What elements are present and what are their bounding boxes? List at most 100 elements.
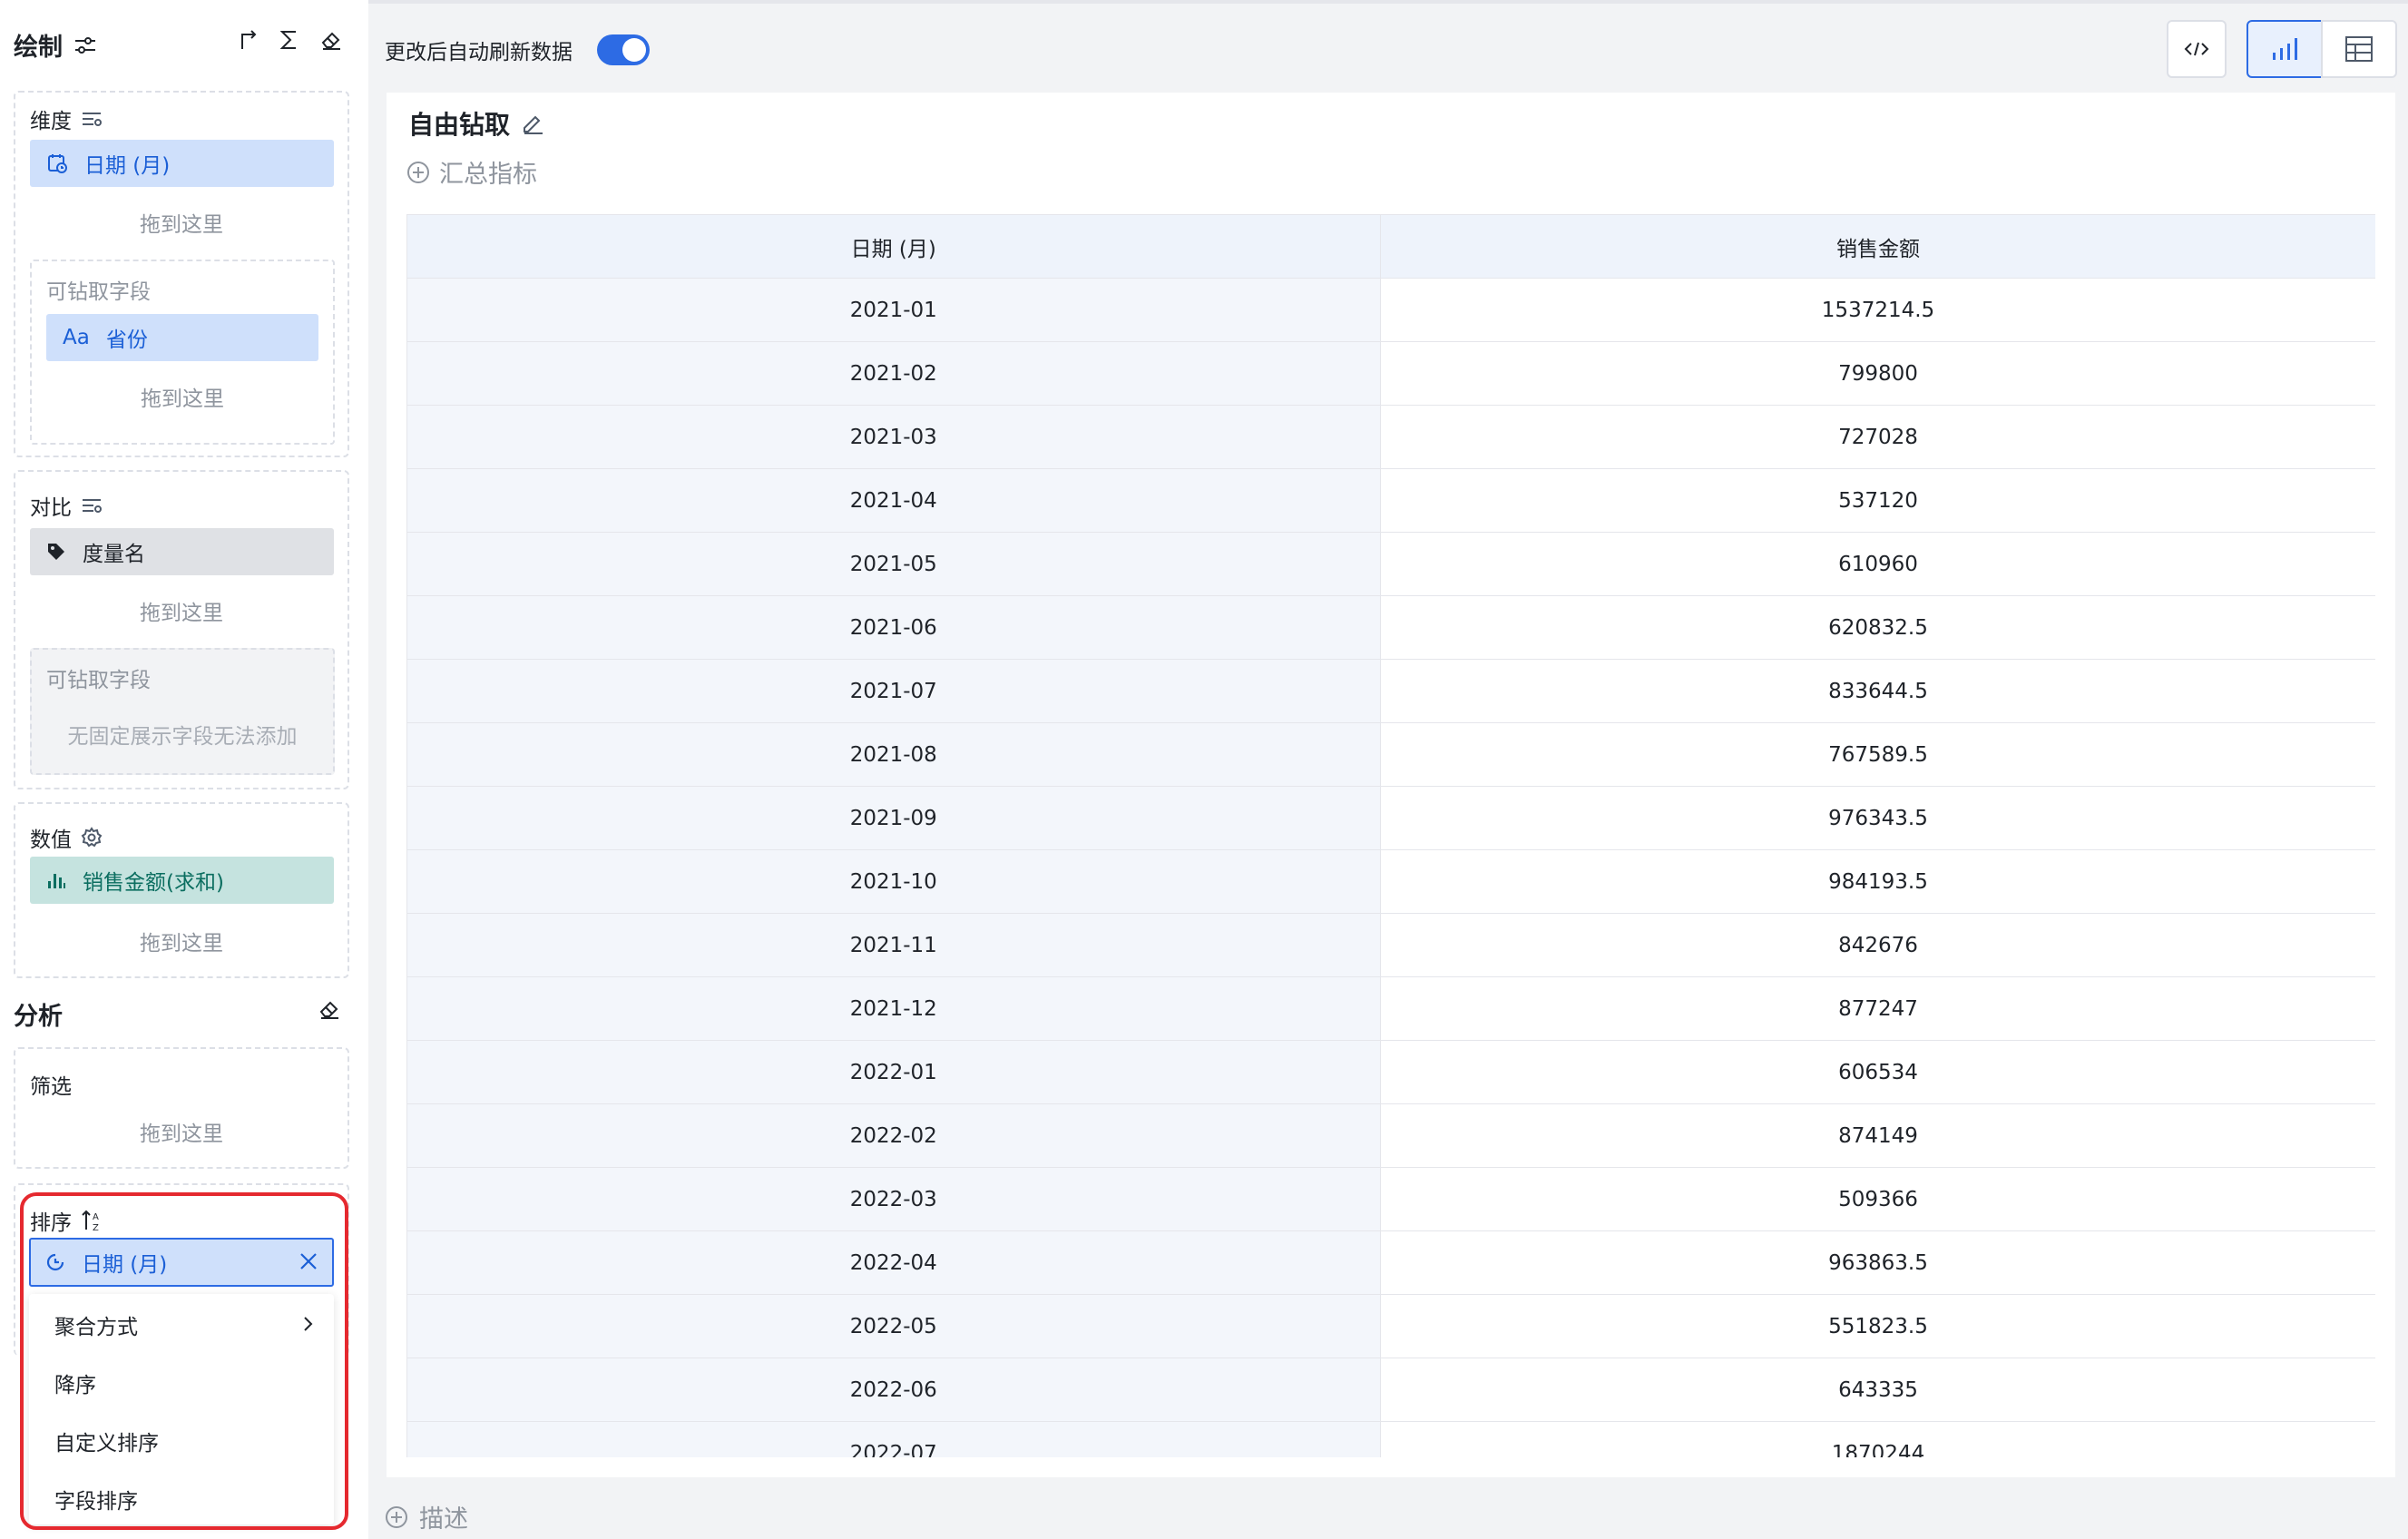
data-table-wrapper[interactable]: 日期 (月) 销售金额 2021-01 1537214.5 2021-02 79980… <box>406 214 2375 1457</box>
cell-sales: 833644.5 <box>1380 659 2375 723</box>
draw-section-header: 绘制 <box>14 27 97 63</box>
eraser-icon[interactable] <box>319 29 343 51</box>
compare-field-pill[interactable]: 度量名 <box>30 528 334 575</box>
top-divider <box>368 0 2408 4</box>
dimension-title: 维度 <box>30 110 72 133</box>
table-view-button[interactable] <box>2321 20 2397 78</box>
cell-sales: 1537214.5 <box>1380 278 2375 342</box>
drill-fields-title: 可钻取字段 <box>46 280 151 304</box>
sliders-icon[interactable] <box>73 35 97 55</box>
drill-field-pill[interactable]: Aa 省份 <box>46 314 318 361</box>
values-dropzone[interactable]: 拖到这里 <box>15 926 347 956</box>
values-header: 数值 <box>30 822 103 853</box>
table-row: 2021-08 767589.5 <box>407 722 2375 787</box>
drill-field-label: 省份 <box>105 328 148 352</box>
code-view-button[interactable] <box>2167 20 2227 78</box>
calendar-icon <box>46 152 68 174</box>
filter-box: 筛选 拖到这里 <box>14 1047 349 1169</box>
sigma-icon[interactable] <box>279 29 299 51</box>
chart-view-button[interactable] <box>2246 20 2323 78</box>
list-filter-icon[interactable] <box>81 110 103 128</box>
drill-arrow-icon[interactable] <box>238 29 259 51</box>
card-title-row: 自由钻取 <box>408 105 544 142</box>
analysis-title: 分析 <box>14 1003 63 1031</box>
cell-sales: 877247 <box>1380 976 2375 1041</box>
table-row: 2021-07 833644.5 <box>407 659 2375 723</box>
cell-sales: 963863.5 <box>1380 1230 2375 1295</box>
add-description[interactable]: 描述 <box>385 1499 468 1534</box>
table-row: 2022-03 509366 <box>407 1167 2375 1231</box>
table-row: 2022-02 874149 <box>407 1103 2375 1168</box>
card-title: 自由钻取 <box>408 110 511 140</box>
add-summary-metric[interactable]: 汇总指标 <box>406 154 537 190</box>
analysis-section-header: 分析 <box>14 996 63 1032</box>
cell-date: 2022-02 <box>407 1103 1381 1168</box>
cell-sales: 984193.5 <box>1380 849 2375 914</box>
dimension-dropzone[interactable]: 拖到这里 <box>15 207 347 238</box>
table-row: 2021-10 984193.5 <box>407 849 2375 914</box>
values-field-pill[interactable]: 销售金额(求和) <box>30 857 334 904</box>
cell-date: 2022-04 <box>407 1230 1381 1295</box>
values-box: 数值 销售金额(求和) 拖到这里 <box>14 802 349 978</box>
compare-dropzone[interactable]: 拖到这里 <box>15 595 347 626</box>
chart-card: 自由钻取 汇总指标 日期 (月) 销售金额 2021-01 1537214.5 20… <box>387 93 2395 1477</box>
cell-date: 2021-06 <box>407 595 1381 660</box>
dimension-header: 维度 <box>30 103 103 134</box>
eraser-icon[interactable] <box>318 998 341 1020</box>
gear-icon[interactable] <box>81 827 103 848</box>
values-title: 数值 <box>30 828 72 852</box>
cell-sales: 551823.5 <box>1380 1294 2375 1358</box>
compare-box: 对比 度量名 拖到这里 可钻取字段 无固定展示字段无法添加 <box>14 470 349 789</box>
values-field-label: 销售金额(求和) <box>83 871 224 895</box>
add-description-label: 描述 <box>419 1505 468 1534</box>
sort-highlight-frame <box>20 1192 348 1530</box>
table-row: 2022-04 963863.5 <box>407 1230 2375 1295</box>
plus-circle-icon <box>385 1505 408 1529</box>
table-row: 2021-11 842676 <box>407 913 2375 977</box>
table-row: 2021-01 1537214.5 <box>407 278 2375 342</box>
auto-refresh-toggle[interactable] <box>597 34 650 65</box>
dimension-box: 维度 日期 (月) 拖到这里 可钻取字段 Aa 省份 拖到这里 <box>14 91 349 457</box>
table-row: 2021-09 976343.5 <box>407 786 2375 850</box>
table-row: 2021-04 537120 <box>407 468 2375 533</box>
cell-sales: 874149 <box>1380 1103 2375 1168</box>
cell-sales: 620832.5 <box>1380 595 2375 660</box>
draw-tools <box>238 29 343 51</box>
table-row: 2021-03 727028 <box>407 405 2375 469</box>
auto-refresh-label: 更改后自动刷新数据 <box>385 41 573 64</box>
cell-date: 2021-04 <box>407 468 1381 533</box>
list-filter-icon[interactable] <box>81 496 103 515</box>
bar-chart-icon <box>46 870 66 890</box>
column-header-sales[interactable]: 销售金额 <box>1380 214 2375 279</box>
cell-sales: 842676 <box>1380 913 2375 977</box>
drill-dropzone[interactable]: 拖到这里 <box>32 381 333 412</box>
cell-date: 2021-01 <box>407 278 1381 342</box>
cell-date: 2022-03 <box>407 1167 1381 1231</box>
dimension-field-pill[interactable]: 日期 (月) <box>30 140 334 187</box>
draw-title: 绘制 <box>14 34 63 62</box>
edit-pencil-icon[interactable] <box>521 112 544 135</box>
toggle-knob <box>622 38 646 62</box>
cell-date: 2021-03 <box>407 405 1381 469</box>
cell-date: 2022-06 <box>407 1358 1381 1422</box>
left-panel: 绘制 维度 日期 (月) 拖到这里 可钻取字段 Aa 省份 拖到这里 对比 度量… <box>0 0 361 1539</box>
table-row: 2022-05 551823.5 <box>407 1294 2375 1358</box>
cell-sales: 976343.5 <box>1380 786 2375 850</box>
cell-date: 2022-05 <box>407 1294 1381 1358</box>
cell-sales: 727028 <box>1380 405 2375 469</box>
filter-dropzone[interactable]: 拖到这里 <box>15 1116 347 1147</box>
cell-date: 2021-09 <box>407 786 1381 850</box>
cell-sales: 799800 <box>1380 341 2375 406</box>
data-table: 日期 (月) 销售金额 2021-01 1537214.5 2021-02 79980… <box>407 214 2375 1457</box>
cell-sales: 610960 <box>1380 532 2375 596</box>
column-header-date[interactable]: 日期 (月) <box>407 214 1381 279</box>
dimension-field-label: 日期 (月) <box>84 154 171 178</box>
compare-drill-box: 可钻取字段 无固定展示字段无法添加 <box>30 648 335 775</box>
table-row: 2021-05 610960 <box>407 532 2375 596</box>
table-row: 2021-12 877247 <box>407 976 2375 1041</box>
filter-title: 筛选 <box>30 1075 72 1099</box>
cell-date: 2021-08 <box>407 722 1381 787</box>
table-row: 2022-01 606534 <box>407 1040 2375 1104</box>
compare-title: 对比 <box>30 496 72 520</box>
compare-drill-note: 无固定展示字段无法添加 <box>67 725 298 749</box>
